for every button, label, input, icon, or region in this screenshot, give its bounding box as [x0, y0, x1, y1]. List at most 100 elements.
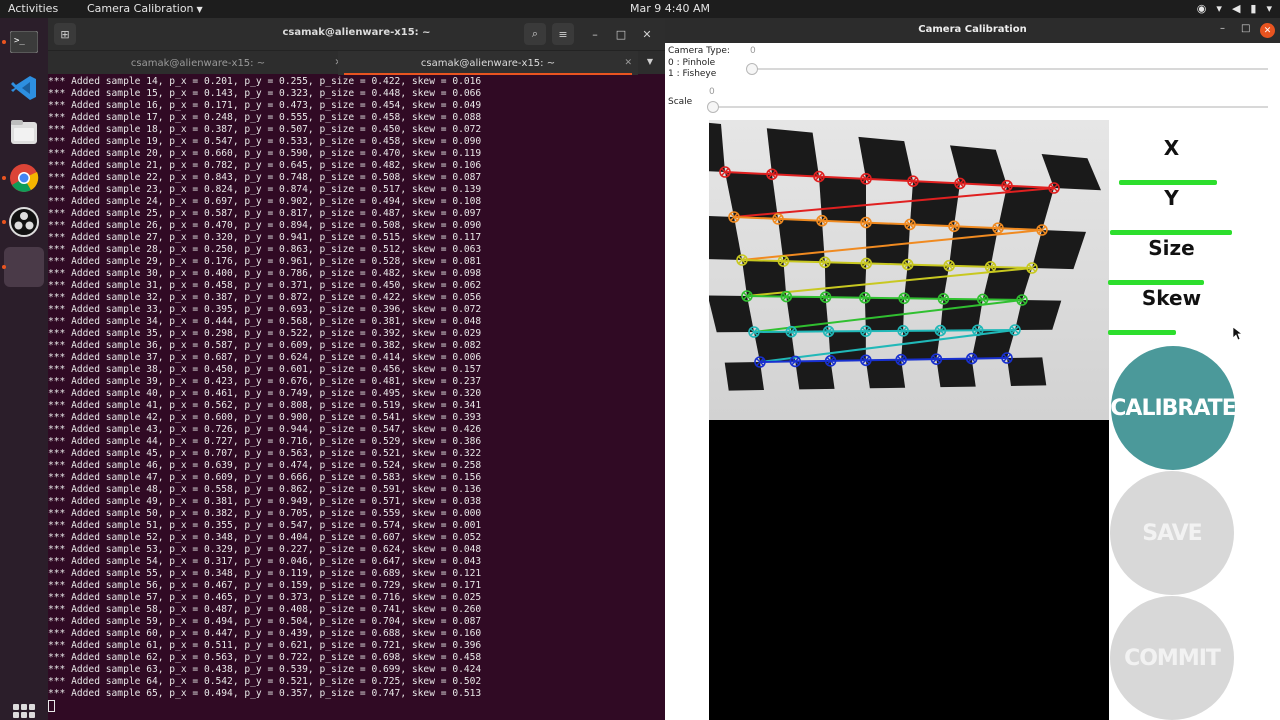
chevron-down-icon: ▼: [196, 5, 203, 14]
metric-size-bar: [1108, 280, 1204, 285]
dock-obs-button[interactable]: [4, 202, 44, 242]
dock-vscode-button[interactable]: [4, 68, 44, 108]
obs-icon: [9, 207, 39, 237]
maximize-icon[interactable]: □: [610, 23, 632, 45]
clock[interactable]: Mar 9 4:40 AM: [630, 2, 710, 15]
hamburger-menu-icon[interactable]: ≡: [552, 23, 574, 45]
scale-slider-handle[interactable]: [707, 101, 719, 113]
checker-square: [910, 181, 960, 227]
dock-terminal-button[interactable]: >_: [4, 22, 44, 62]
system-tray[interactable]: ◉ ▾ ◀ ▮ ▾: [1197, 2, 1272, 15]
tab-close-icon[interactable]: ✕: [624, 58, 632, 68]
terminal-line: *** Added sample 33, p_x = 0.395, p_y = …: [48, 304, 482, 315]
terminal-output[interactable]: *** Added sample 14, p_x = 0.201, p_y = …: [48, 76, 665, 720]
mouse-pointer-icon: [1233, 327, 1243, 341]
terminal-line: *** Added sample 44, p_x = 0.727, p_y = …: [48, 436, 482, 447]
camera-type-value: 0: [750, 46, 756, 56]
terminal-line: *** Added sample 37, p_x = 0.687, p_y = …: [48, 352, 482, 363]
tab-terminal-2[interactable]: csamak@alienware-x15: ~ ✕: [338, 51, 638, 75]
terminal-line: *** Added sample 15, p_x = 0.143, p_y = …: [48, 88, 482, 99]
terminal-line: *** Added sample 32, p_x = 0.387, p_y = …: [48, 292, 482, 303]
app-menu-label: Camera Calibration: [87, 2, 194, 15]
terminal-line: *** Added sample 34, p_x = 0.444, p_y = …: [48, 316, 482, 327]
calibrate-button[interactable]: CALIBRATE: [1110, 346, 1237, 470]
save-button[interactable]: SAVE: [1110, 471, 1234, 595]
show-applications-icon[interactable]: [13, 704, 35, 720]
svg-text:>_: >_: [14, 36, 25, 46]
terminal-line: *** Added sample 62, p_x = 0.563, p_y = …: [48, 652, 482, 663]
chrome-icon: [10, 164, 39, 192]
metric-skew-bar: [1108, 330, 1176, 335]
terminal-line: *** Added sample 38, p_x = 0.450, p_y = …: [48, 364, 482, 375]
checkerboard-image: [709, 120, 1109, 420]
calibration-window: Camera Calibration – □ ✕ Camera Type: 0 …: [665, 18, 1280, 720]
terminal-line: *** Added sample 31, p_x = 0.458, p_y = …: [48, 280, 482, 291]
minimize-icon[interactable]: –: [1220, 23, 1225, 34]
terminal-line: *** Added sample 50, p_x = 0.382, p_y = …: [48, 508, 482, 519]
vscode-icon: [11, 76, 36, 100]
tab-label: csamak@alienware-x15: ~: [420, 57, 556, 69]
terminal-line: *** Added sample 53, p_x = 0.329, p_y = …: [48, 544, 482, 555]
minimize-icon[interactable]: –: [584, 23, 606, 45]
terminal-line: *** Added sample 30, p_x = 0.400, p_y = …: [48, 268, 482, 279]
terminal-line: *** Added sample 43, p_x = 0.726, p_y = …: [48, 424, 482, 435]
terminal-line: *** Added sample 56, p_x = 0.467, p_y = …: [48, 580, 482, 591]
dock-chrome-button[interactable]: [4, 158, 44, 198]
terminal-line: *** Added sample 21, p_x = 0.782, p_y = …: [48, 160, 482, 171]
metric-x-label: X: [1163, 136, 1180, 160]
camera-type-label: Camera Type:: [668, 46, 730, 56]
camera-preview: [709, 120, 1109, 420]
camera-type-option-pinhole: 0 : Pinhole: [668, 58, 716, 68]
terminal-line: *** Added sample 23, p_x = 0.824, p_y = …: [48, 184, 482, 195]
terminal-tab-bar: csamak@alienware-x15: ~ ✕ csamak@alienwa…: [48, 50, 665, 75]
terminal-line: *** Added sample 58, p_x = 0.487, p_y = …: [48, 604, 482, 615]
metric-y-label: Y: [1164, 186, 1179, 210]
dock: >_: [0, 18, 48, 720]
terminal-line: *** Added sample 55, p_x = 0.348, p_y = …: [48, 568, 482, 579]
dock-running-dot: [2, 220, 6, 224]
camera-type-option-fisheye: 1 : Fisheye: [668, 69, 717, 79]
terminal-line: *** Added sample 48, p_x = 0.558, p_y = …: [48, 484, 482, 495]
battery-icon: ▮: [1250, 2, 1257, 15]
app-menu[interactable]: Camera Calibration ▼: [87, 2, 203, 15]
dock-files-button[interactable]: [4, 112, 44, 152]
dock-active-app-button[interactable]: [4, 247, 44, 287]
terminal-line: *** Added sample 36, p_x = 0.587, p_y = …: [48, 340, 482, 351]
metric-x-bar: [1119, 180, 1217, 185]
calibration-titlebar: Camera Calibration – □ ✕: [665, 18, 1280, 43]
camera-type-slider-track[interactable]: [750, 68, 1268, 70]
scale-slider-track[interactable]: [711, 106, 1268, 108]
files-icon: [11, 120, 37, 144]
dock-running-dot: [2, 40, 6, 44]
camera-type-slider-handle[interactable]: [746, 63, 758, 75]
volume-icon: ◀: [1231, 2, 1241, 15]
checker-square: [949, 226, 998, 267]
terminal-line: *** Added sample 40, p_x = 0.461, p_y = …: [48, 388, 482, 399]
terminal-line: *** Added sample 27, p_x = 0.320, p_y = …: [48, 232, 482, 243]
terminal-line: *** Added sample 16, p_x = 0.171, p_y = …: [48, 100, 482, 111]
terminal-line: *** Added sample 42, p_x = 0.600, p_y = …: [48, 412, 482, 423]
terminal-line: *** Added sample 41, p_x = 0.562, p_y = …: [48, 400, 482, 411]
terminal-line: *** Added sample 47, p_x = 0.609, p_y = …: [48, 472, 482, 483]
metric-size-label: Size: [1148, 236, 1195, 260]
status-circle-icon[interactable]: ◉: [1197, 2, 1207, 15]
terminal-titlebar: ⊞ csamak@alienware-x15: ~ ⌕ ≡ – □ ✕: [48, 18, 665, 50]
terminal-line: *** Added sample 22, p_x = 0.843, p_y = …: [48, 172, 482, 183]
tab-list-chevron-icon[interactable]: ▼: [647, 57, 653, 66]
metric-skew-label: Skew: [1141, 286, 1202, 310]
close-icon[interactable]: ✕: [636, 23, 658, 45]
tab-terminal-1[interactable]: csamak@alienware-x15: ~ ✕: [48, 51, 348, 75]
close-icon[interactable]: ✕: [1260, 23, 1275, 38]
dock-running-dot: [2, 265, 6, 269]
terminal-line: *** Added sample 29, p_x = 0.176, p_y = …: [48, 256, 482, 267]
commit-button[interactable]: COMMIT: [1110, 596, 1234, 720]
terminal-line: *** Added sample 18, p_x = 0.387, p_y = …: [48, 124, 482, 135]
power-menu-icon[interactable]: ▾: [1266, 2, 1272, 15]
terminal-icon: >_: [10, 31, 38, 53]
search-icon[interactable]: ⌕: [524, 23, 546, 45]
scale-value: 0: [709, 87, 715, 97]
maximize-icon[interactable]: □: [1241, 23, 1250, 34]
terminal-line: *** Added sample 46, p_x = 0.639, p_y = …: [48, 460, 482, 471]
terminal-line: *** Added sample 24, p_x = 0.697, p_y = …: [48, 196, 482, 207]
activities-button[interactable]: Activities: [8, 2, 58, 15]
